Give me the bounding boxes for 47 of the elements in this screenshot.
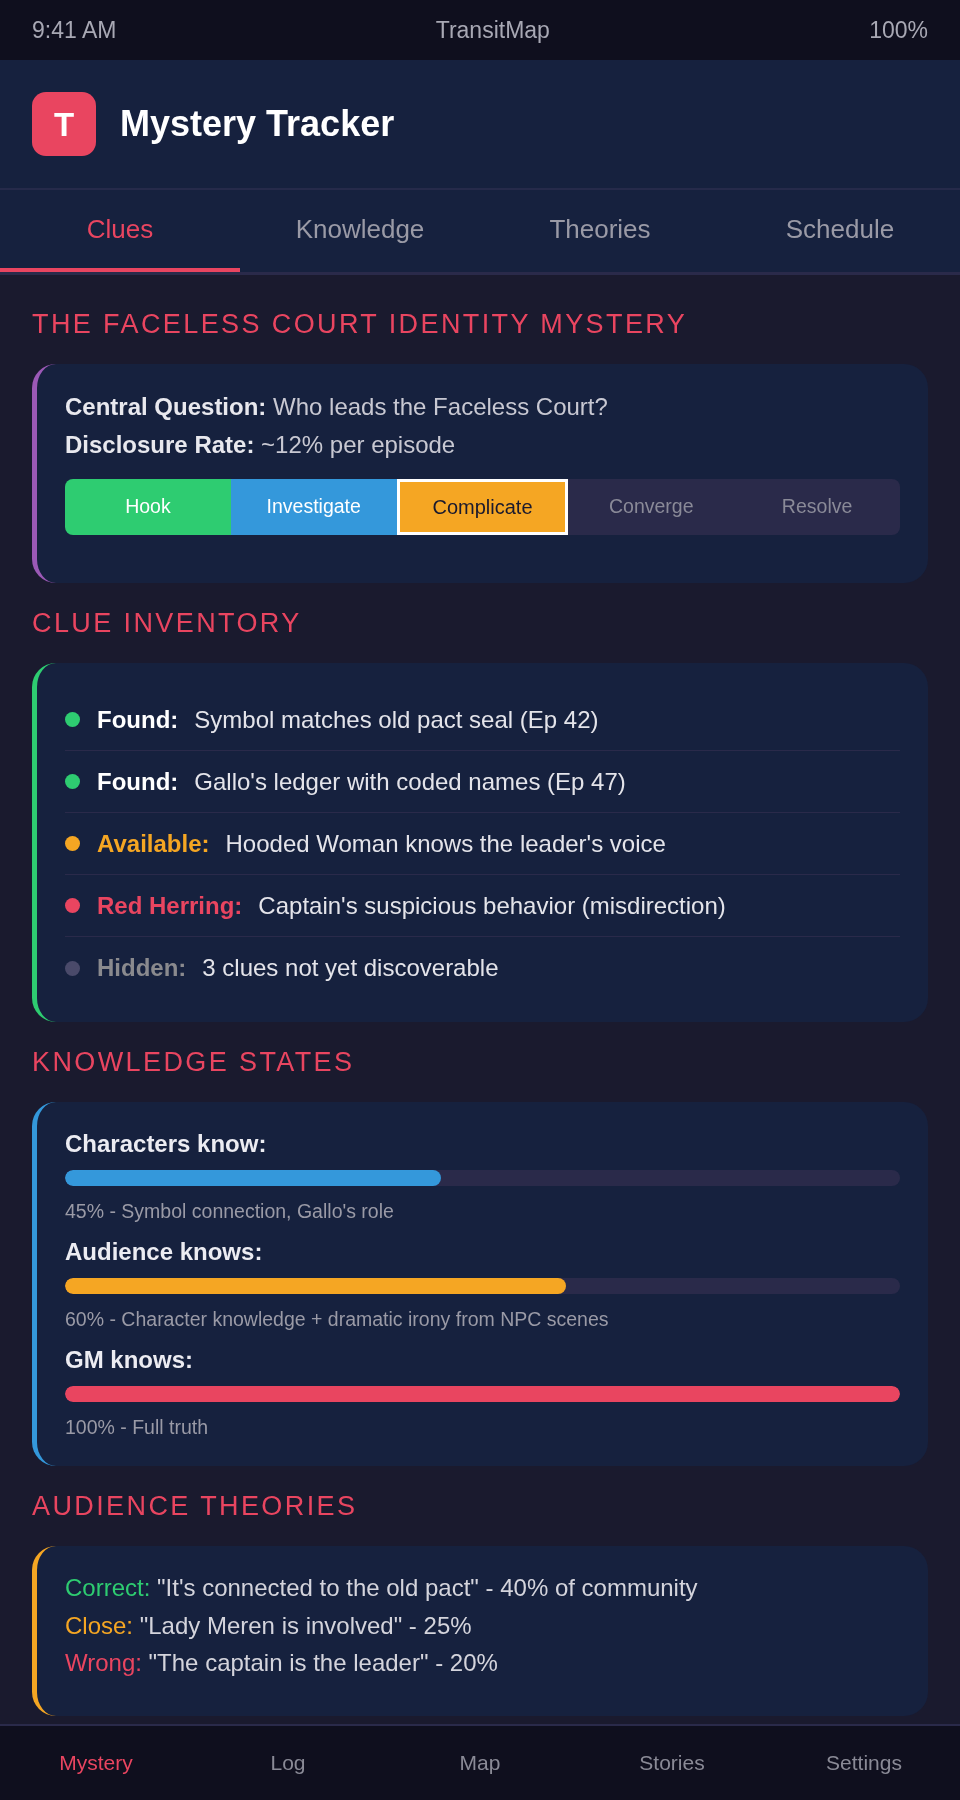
battery-level: 100% [869, 15, 928, 45]
theory-verdict: Close: [65, 1611, 134, 1639]
section-title: KNOWLEDGE STATES [32, 1046, 356, 1079]
nav-item[interactable]: Log [192, 1726, 384, 1800]
knowledge-caption: 60% - Character knowledge + dramatic irony from NPC scenes [65, 1307, 610, 1332]
clue-status: Red Herring: [97, 890, 243, 921]
theory-text: "Lady Meren is involved" - 25% [139, 1611, 472, 1639]
clue-status: Hidden: [97, 953, 187, 983]
knowledge-label: Audience knows: [65, 1237, 264, 1267]
knowledge-label: GM knows: [65, 1345, 194, 1375]
clue-description: Hooded Woman knows the leader's voice [225, 828, 666, 859]
nav-item[interactable]: Mystery [0, 1726, 192, 1800]
tab[interactable]: Knowledge [240, 190, 480, 272]
clue-status: Available: [97, 828, 210, 859]
clue-description: 3 clues not yet discoverable [202, 953, 499, 983]
knowledge-label: Characters know: [65, 1129, 268, 1159]
mystery-fact: Central Question: Who leads the Faceless Court? [65, 392, 609, 422]
clue-description: Gallo's ledger with coded names (Ep 47) [194, 766, 626, 797]
clue-description: Captain's suspicious behavior (misdirection) [258, 890, 726, 921]
status-app-name: TransitMap [435, 15, 550, 45]
knowledge-caption: 100% - Full truth [65, 1415, 210, 1440]
phase-segment: Converge [568, 479, 735, 535]
clue-status: Found: [97, 704, 179, 735]
app-title: Mystery Tracker [120, 102, 395, 146]
clue-status: Found: [97, 766, 179, 797]
section-title: CLUE INVENTORY [32, 607, 303, 640]
app-logo: T [32, 92, 96, 156]
status-time: 9:41 AM [32, 15, 117, 45]
clue-description: Symbol matches old pact seal (Ep 42) [194, 704, 599, 735]
theory-verdict: Wrong: [65, 1649, 142, 1677]
mystery-fact: Disclosure Rate: ~12% per episode [65, 430, 457, 460]
theory-text: "The captain is the leader" - 20% [148, 1649, 498, 1677]
tab[interactable]: Theories [480, 190, 720, 272]
phase-segment: Hook [65, 479, 231, 535]
section-title: AUDIENCE THEORIES [32, 1490, 359, 1523]
phase-segment: Investigate [230, 479, 397, 535]
tab[interactable]: Schedule [720, 190, 960, 272]
nav-item[interactable]: Stories [576, 1726, 768, 1800]
phase-segment: Resolve [734, 479, 900, 535]
theory-verdict: Correct: [65, 1574, 151, 1601]
nav-item[interactable]: Settings [768, 1726, 960, 1800]
tab[interactable]: Clues [0, 190, 240, 272]
nav-item[interactable]: Map [384, 1726, 576, 1800]
knowledge-caption: 45% - Symbol connection, Gallo's role [65, 1199, 395, 1224]
section-title: THE FACELESS COURT IDENTITY MYSTERY [32, 308, 689, 341]
theory-text: "It's connected to the old pact" - 40% of community [157, 1574, 698, 1601]
phase-segment: Complicate [396, 479, 569, 535]
